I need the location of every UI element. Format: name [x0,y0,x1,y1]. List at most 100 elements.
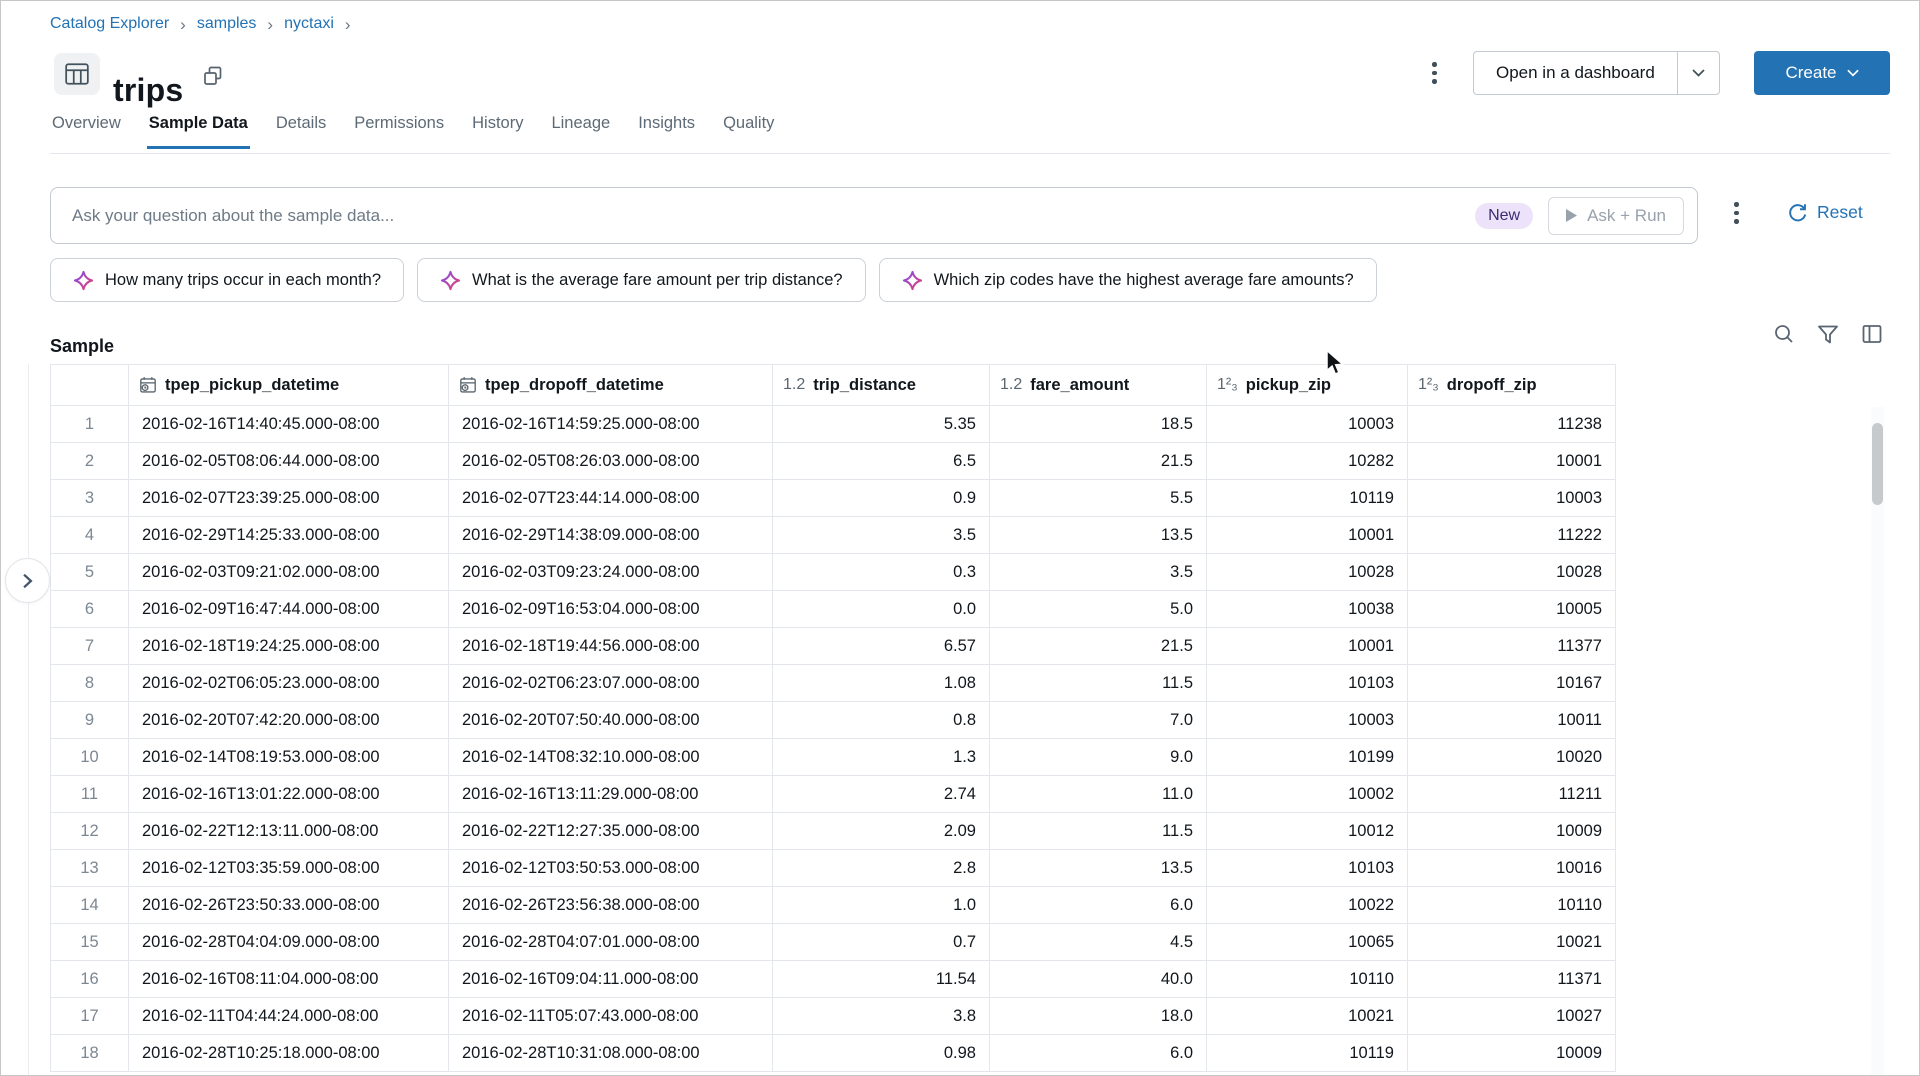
integer-type-icon: 1²₃ [1418,376,1439,394]
row-number-header [51,365,129,406]
row-number: 13 [51,850,129,887]
cell-fare_amount: 21.5 [990,628,1207,665]
cell-tpep_pickup_datetime: 2016-02-28T10:25:18.000-08:00 [129,1035,449,1072]
column-header-content: tpep_pickup_datetime [139,376,438,395]
column-header-content: 1.2 fare_amount [1000,376,1196,395]
search-icon[interactable] [1771,321,1797,347]
tab-permissions[interactable]: Permissions [352,114,446,149]
kebab-menu-icon[interactable] [1428,58,1441,88]
column-header-tpep_dropoff_datetime[interactable]: tpep_dropoff_datetime [449,365,773,406]
cell-pickup_zip: 10119 [1207,480,1408,517]
suggested-question-3[interactable]: Which zip codes have the highest average… [879,258,1377,302]
breadcrumb-link[interactable]: nyctaxi [284,15,334,33]
cell-tpep_dropoff_datetime: 2016-02-18T19:44:56.000-08:00 [449,628,773,665]
cell-dropoff_zip: 10167 [1408,665,1616,702]
tab-sample-data[interactable]: Sample Data [147,114,250,149]
cell-tpep_dropoff_datetime: 2016-02-16T13:11:29.000-08:00 [449,776,773,813]
breadcrumb-link[interactable]: Catalog Explorer [50,15,169,33]
suggested-question-1[interactable]: How many trips occur in each month? [50,258,404,302]
cell-tpep_dropoff_datetime: 2016-02-29T14:38:09.000-08:00 [449,517,773,554]
table-row: 142016-02-26T23:50:33.000-08:002016-02-2… [51,887,1616,924]
row-number: 5 [51,554,129,591]
column-label: pickup_zip [1246,376,1331,395]
column-header-fare_amount[interactable]: 1.2 fare_amount [990,365,1207,406]
tab-lineage[interactable]: Lineage [549,114,612,149]
suggested-question-label: What is the average fare amount per trip… [472,271,843,290]
column-header-tpep_pickup_datetime[interactable]: tpep_pickup_datetime [129,365,449,406]
table-row: 132016-02-12T03:35:59.000-08:002016-02-1… [51,850,1616,887]
cell-tpep_dropoff_datetime: 2016-02-16T09:04:11.000-08:00 [449,961,773,998]
row-number: 1 [51,406,129,443]
cell-pickup_zip: 10065 [1207,924,1408,961]
decimal-type-icon: 1.2 [1000,376,1022,394]
scrollbar-thumb[interactable] [1872,423,1883,505]
table-row: 182016-02-28T10:25:18.000-08:002016-02-2… [51,1035,1616,1072]
cell-trip_distance: 6.5 [773,443,990,480]
copy-icon[interactable] [200,63,226,89]
cell-tpep_pickup_datetime: 2016-02-07T23:39:25.000-08:00 [129,480,449,517]
cell-dropoff_zip: 10027 [1408,998,1616,1035]
cell-trip_distance: 1.3 [773,739,990,776]
column-header-trip_distance[interactable]: 1.2trip_distance [773,365,990,406]
ask-run-button[interactable]: Ask + Run [1548,197,1684,235]
column-header-dropoff_zip[interactable]: 1²₃ dropoff_zip [1408,365,1616,406]
column-header-pickup_zip[interactable]: 1²₃pickup_zip [1207,365,1408,406]
open-in-dashboard-caret[interactable] [1677,52,1719,94]
table-row: 42016-02-29T14:25:33.000-08:002016-02-29… [51,517,1616,554]
cell-tpep_dropoff_datetime: 2016-02-03T09:23:24.000-08:00 [449,554,773,591]
table-row: 52016-02-03T09:21:02.000-08:002016-02-03… [51,554,1616,591]
cell-pickup_zip: 10022 [1207,887,1408,924]
cell-tpep_pickup_datetime: 2016-02-28T04:04:09.000-08:00 [129,924,449,961]
create-button[interactable]: Create [1754,51,1890,95]
tab-insights[interactable]: Insights [636,114,697,149]
row-number: 10 [51,739,129,776]
cell-tpep_pickup_datetime: 2016-02-22T12:13:11.000-08:00 [129,813,449,850]
cell-dropoff_zip: 10020 [1408,739,1616,776]
tab-overview[interactable]: Overview [50,114,123,149]
chevron-right-icon: › [345,16,351,33]
sparkle-icon [440,270,461,291]
breadcrumb-link[interactable]: samples [197,15,257,33]
cell-trip_distance: 0.8 [773,702,990,739]
tab-quality[interactable]: Quality [721,114,776,149]
row-number: 12 [51,813,129,850]
table-row: 92016-02-20T07:42:20.000-08:002016-02-20… [51,702,1616,739]
cell-trip_distance: 2.74 [773,776,990,813]
reset-button[interactable]: Reset [1787,202,1863,223]
table-icon [54,53,100,95]
cell-tpep_dropoff_datetime: 2016-02-26T23:56:38.000-08:00 [449,887,773,924]
cell-dropoff_zip: 10009 [1408,1035,1616,1072]
expand-panel-button[interactable] [5,558,50,603]
ask-options-kebab-icon[interactable] [1730,198,1743,228]
refresh-icon [1787,202,1808,223]
play-icon [1566,209,1577,222]
tab-history[interactable]: History [470,114,525,149]
open-in-dashboard-button[interactable]: Open in a dashboard [1474,52,1677,94]
cell-fare_amount: 11.5 [990,813,1207,850]
column-label: tpep_pickup_datetime [165,376,339,395]
cell-dropoff_zip: 10028 [1408,554,1616,591]
cell-fare_amount: 21.5 [990,443,1207,480]
table-row: 122016-02-22T12:13:11.000-08:002016-02-2… [51,813,1616,850]
cell-dropoff_zip: 10016 [1408,850,1616,887]
tab-details[interactable]: Details [274,114,328,149]
cell-pickup_zip: 10003 [1207,406,1408,443]
column-label: dropoff_zip [1447,376,1537,395]
cell-pickup_zip: 10103 [1207,665,1408,702]
filter-icon[interactable] [1815,321,1841,347]
row-number: 2 [51,443,129,480]
ask-question-input[interactable] [51,206,1475,226]
side-panel-icon[interactable] [1859,321,1885,347]
suggested-question-2[interactable]: What is the average fare amount per trip… [417,258,866,302]
cell-tpep_pickup_datetime: 2016-02-16T08:11:04.000-08:00 [129,961,449,998]
cell-fare_amount: 9.0 [990,739,1207,776]
cell-fare_amount: 5.0 [990,591,1207,628]
table-row: 12016-02-16T14:40:45.000-08:002016-02-16… [51,406,1616,443]
row-number: 8 [51,665,129,702]
cell-tpep_dropoff_datetime: 2016-02-28T10:31:08.000-08:00 [449,1035,773,1072]
sample-data-table: tpep_pickup_datetime tpep_dropoff_datetim… [50,364,1616,1072]
table-row: 62016-02-09T16:47:44.000-08:002016-02-09… [51,591,1616,628]
cell-fare_amount: 18.5 [990,406,1207,443]
column-label: fare_amount [1030,376,1129,395]
cell-trip_distance: 0.7 [773,924,990,961]
